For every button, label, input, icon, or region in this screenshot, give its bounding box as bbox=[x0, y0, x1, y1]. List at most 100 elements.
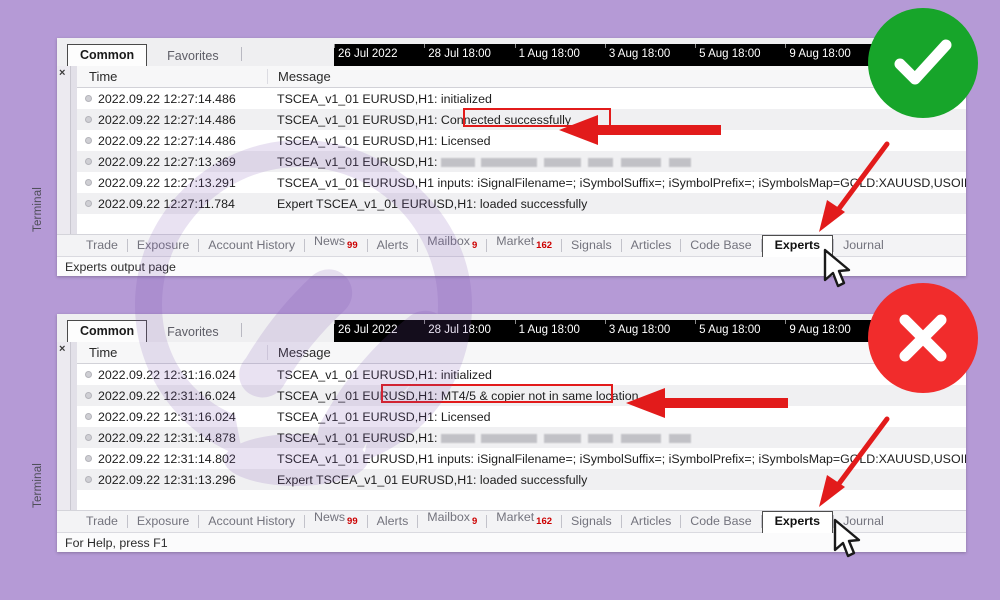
tab-market-success[interactable]: Market162 bbox=[487, 232, 561, 256]
mini-tab-favorites-success[interactable]: Favorites bbox=[157, 47, 228, 67]
log-row[interactable]: 2022.09.22 12:31:16.024TSCEA_v1_01 EURUS… bbox=[77, 364, 966, 385]
mouse-cursor-top bbox=[822, 248, 856, 290]
tab-exposure-failure[interactable]: Exposure bbox=[128, 512, 198, 532]
log-row[interactable]: 2022.09.22 12:31:14.878TSCEA_v1_01 EURUS… bbox=[77, 427, 966, 448]
tab-exposure-success[interactable]: Exposure bbox=[128, 236, 198, 256]
tab-trade-failure[interactable]: Trade bbox=[77, 512, 127, 532]
mini-tab-divider bbox=[241, 323, 242, 337]
tab-label: Experts bbox=[775, 514, 820, 528]
log-entry-dot-icon bbox=[85, 455, 92, 462]
log-entry-dot-icon bbox=[85, 158, 92, 165]
axis-tick-mark bbox=[695, 320, 696, 324]
tab-signals-success[interactable]: Signals bbox=[562, 236, 621, 256]
tab-signals-failure[interactable]: Signals bbox=[562, 512, 621, 532]
axis-tick-mark bbox=[424, 44, 425, 48]
axis-tick-mark bbox=[515, 320, 516, 324]
tab-articles-failure[interactable]: Articles bbox=[622, 512, 681, 532]
tab-count-badge: 162 bbox=[536, 516, 552, 527]
log-cell-message: Expert TSCEA_v1_01 EURUSD,H1: loaded suc… bbox=[267, 473, 966, 487]
log-message-text: Expert TSCEA_v1_01 EURUSD,H1: loaded suc… bbox=[277, 197, 587, 211]
log-row[interactable]: 2022.09.22 12:31:14.802TSCEA_v1_01 EURUS… bbox=[77, 448, 966, 469]
column-header-message[interactable]: Message bbox=[267, 345, 966, 360]
tab-news-failure[interactable]: News99 bbox=[305, 508, 367, 532]
tab-code-base-success[interactable]: Code Base bbox=[681, 236, 760, 256]
mini-tab-common-failure[interactable]: Common bbox=[67, 320, 147, 344]
log-row[interactable]: 2022.09.22 12:27:14.486 TSCEA_v1_01 EURUS… bbox=[77, 109, 966, 130]
log-row[interactable]: 2022.09.22 12:27:11.784 Expert TSCEA_v1_0… bbox=[77, 193, 966, 214]
log-timestamp: 2022.09.22 12:27:14.486 bbox=[98, 134, 236, 148]
axis-tick-mark bbox=[515, 44, 516, 48]
axis-tick-label: 9 Aug 18:00 bbox=[789, 323, 850, 338]
log-entry-dot-icon bbox=[85, 476, 92, 483]
tab-trade-success[interactable]: Trade bbox=[77, 236, 127, 256]
column-header-time[interactable]: Time bbox=[77, 69, 267, 84]
tab-alerts-success[interactable]: Alerts bbox=[368, 236, 418, 256]
tab-mailbox-failure[interactable]: Mailbox9 bbox=[418, 508, 486, 532]
axis-tick-mark bbox=[605, 44, 606, 48]
column-header-message[interactable]: Message bbox=[267, 69, 966, 84]
mini-tab-common-success[interactable]: Common bbox=[67, 44, 147, 68]
tab-mailbox-success[interactable]: Mailbox9 bbox=[418, 232, 486, 256]
log-rows-failure: 2022.09.22 12:31:16.024 TSCEA_v1_01 EURUS… bbox=[77, 364, 966, 490]
tab-account-history-failure[interactable]: Account History bbox=[199, 512, 304, 532]
log-row[interactable]: 2022.09.22 12:27:14.486 TSCEA_v1_01 EURUS… bbox=[77, 88, 966, 109]
axis-tick-mark bbox=[785, 320, 786, 324]
log-rows-success: 2022.09.22 12:27:14.486 TSCEA_v1_01 EURUS… bbox=[77, 88, 966, 214]
log-cell-message: TSCEA_v1_01 EURUSD,H1 inputs: iSignalFil… bbox=[267, 176, 966, 190]
log-entry-dot-icon bbox=[85, 371, 92, 378]
log-row[interactable]: 2022.09.22 12:31:16.024TSCEA_v1_01 EURUS… bbox=[77, 385, 966, 406]
column-header-time[interactable]: Time bbox=[77, 345, 267, 360]
log-row[interactable]: 2022.09.22 12:31:13.296Expert TSCEA_v1_0… bbox=[77, 469, 966, 490]
tab-code-base-failure[interactable]: Code Base bbox=[681, 512, 760, 532]
log-timestamp: 2022.09.22 12:27:14.486 bbox=[98, 113, 236, 127]
tab-account-history-success[interactable]: Account History bbox=[199, 236, 304, 256]
mini-tab-divider bbox=[241, 47, 242, 61]
log-cell-time: 2022.09.22 12:31:14.878 bbox=[77, 431, 267, 445]
log-row[interactable]: 2022.09.22 12:27:14.486 TSCEA_v1_01 EURUS… bbox=[77, 130, 966, 151]
log-timestamp: 2022.09.22 12:27:13.369 bbox=[98, 155, 236, 169]
terminal-rail-failure: × Terminal bbox=[57, 342, 71, 510]
tab-label: Mailbox bbox=[427, 510, 470, 524]
axis-tick-label: 1 Aug 18:00 bbox=[519, 323, 580, 338]
log-cell-message: Expert TSCEA_v1_01 EURUSD,H1: loaded suc… bbox=[267, 197, 966, 211]
tab-articles-success[interactable]: Articles bbox=[622, 236, 681, 256]
log-message-text: TSCEA_v1_01 EURUSD,H1: initialized bbox=[277, 92, 492, 106]
log-cell-time: 2022.09.22 12:27:14.486 bbox=[77, 134, 267, 148]
log-cell-time: 2022.09.22 12:27:11.784 bbox=[77, 197, 267, 211]
log-message-text: TSCEA_v1_01 EURUSD,H1: Connected success… bbox=[277, 113, 571, 127]
close-icon[interactable]: × bbox=[59, 344, 65, 354]
check-mark-icon bbox=[888, 28, 958, 98]
tab-alerts-failure[interactable]: Alerts bbox=[368, 512, 418, 532]
log-message-text: Expert TSCEA_v1_01 EURUSD,H1: loaded suc… bbox=[277, 473, 587, 487]
axis-tick-mark bbox=[605, 320, 606, 324]
experts-log-success: Time Message 2022.09.22 12:27:14.486 TSCE… bbox=[77, 66, 966, 234]
tab-news-success[interactable]: News99 bbox=[305, 232, 367, 256]
tab-experts-failure[interactable]: Experts bbox=[762, 511, 833, 533]
tab-label: Mailbox bbox=[427, 234, 470, 248]
log-timestamp: 2022.09.22 12:27:11.784 bbox=[98, 197, 235, 211]
axis-tick-label: 26 Jul 2022 bbox=[338, 47, 397, 62]
log-row[interactable]: 2022.09.22 12:27:13.291TSCEA_v1_01 EURUS… bbox=[77, 172, 966, 193]
log-cell-time: 2022.09.22 12:31:16.024 bbox=[77, 410, 267, 424]
axis-tick-label: 26 Jul 2022 bbox=[338, 323, 397, 338]
log-timestamp: 2022.09.22 12:27:14.486 bbox=[98, 92, 236, 106]
log-timestamp: 2022.09.22 12:31:16.024 bbox=[98, 389, 236, 403]
tab-label: Market bbox=[496, 234, 534, 248]
axis-tick-label: 28 Jul 18:00 bbox=[428, 47, 491, 62]
tab-label: Alerts bbox=[377, 238, 409, 252]
log-row[interactable]: 2022.09.22 12:27:13.369TSCEA_v1_01 EURUS… bbox=[77, 151, 966, 172]
log-cell-message: TSCEA_v1_01 EURUSD,H1: Licensed bbox=[267, 134, 966, 148]
mini-tab-favorites-failure[interactable]: Favorites bbox=[157, 323, 228, 343]
log-message-text: TSCEA_v1_01 EURUSD,H1 inputs: iSignalFil… bbox=[277, 452, 966, 466]
terminal-window-failure: Common Favorites × Terminal Time Message… bbox=[57, 314, 966, 552]
axis-tick-label: 1 Aug 18:00 bbox=[519, 47, 580, 62]
log-cell-time: 2022.09.22 12:27:13.369 bbox=[77, 155, 267, 169]
log-entry-dot-icon bbox=[85, 179, 92, 186]
tab-label: Signals bbox=[571, 238, 612, 252]
log-row[interactable]: 2022.09.22 12:31:16.024TSCEA_v1_01 EURUS… bbox=[77, 406, 966, 427]
close-icon[interactable]: × bbox=[59, 68, 65, 78]
tab-market-failure[interactable]: Market162 bbox=[487, 508, 561, 532]
axis-tick-mark bbox=[785, 44, 786, 48]
tab-label: Market bbox=[496, 510, 534, 524]
axis-tick-mark bbox=[424, 320, 425, 324]
